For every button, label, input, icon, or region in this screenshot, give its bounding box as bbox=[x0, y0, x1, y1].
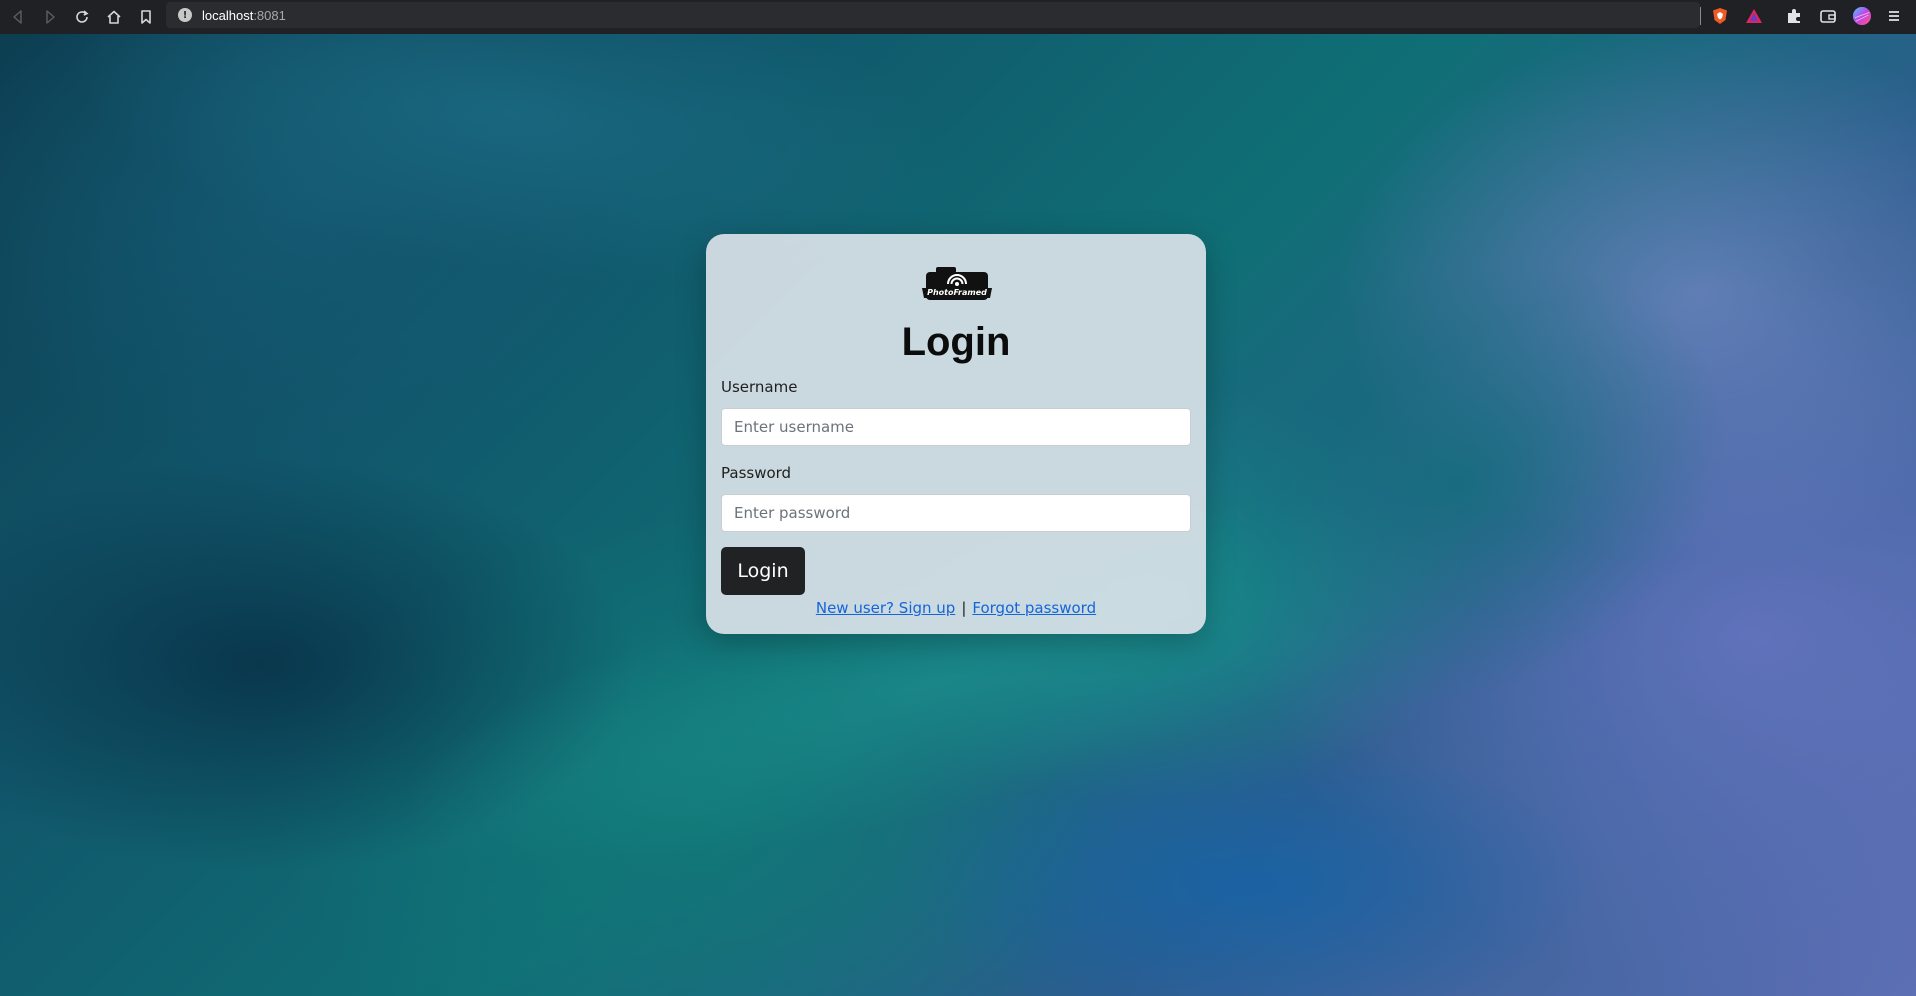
signup-link[interactable]: New user? Sign up bbox=[816, 599, 955, 617]
menu-icon[interactable] bbox=[1883, 5, 1905, 27]
home-icon[interactable] bbox=[98, 2, 130, 32]
username-label: Username bbox=[721, 378, 798, 396]
forward-icon[interactable] bbox=[34, 2, 66, 32]
wallet-icon[interactable] bbox=[1817, 5, 1839, 27]
bookmark-icon[interactable] bbox=[130, 2, 162, 32]
brave-rewards-icon[interactable] bbox=[1743, 5, 1765, 27]
password-input[interactable] bbox=[721, 494, 1191, 532]
url-text: localhost:8081 bbox=[202, 7, 286, 23]
reload-icon[interactable] bbox=[66, 2, 98, 32]
toolbar-divider bbox=[1700, 7, 1701, 25]
login-card: PhotoFramed Login Username Password Logi… bbox=[706, 234, 1206, 634]
link-separator: | bbox=[961, 599, 967, 617]
username-input[interactable] bbox=[721, 408, 1191, 446]
address-bar[interactable]: ! localhost:8081 bbox=[166, 2, 1700, 28]
photoframed-logo bbox=[922, 267, 992, 300]
auth-links: New user? Sign up | Forgot password bbox=[706, 599, 1206, 617]
forgot-password-link[interactable]: Forgot password bbox=[972, 599, 1096, 617]
extensions-icon[interactable] bbox=[1783, 5, 1805, 27]
site-info-icon[interactable]: ! bbox=[178, 8, 192, 22]
profile-avatar-icon[interactable] bbox=[1851, 5, 1873, 27]
back-icon[interactable] bbox=[2, 2, 34, 32]
page-title: Login bbox=[901, 320, 1011, 364]
login-button[interactable]: Login bbox=[721, 547, 805, 595]
brave-shield-icon[interactable] bbox=[1709, 5, 1731, 27]
browser-toolbar: ! localhost:8081 bbox=[0, 0, 1916, 34]
password-label: Password bbox=[721, 464, 792, 482]
logo-text: PhotoFramed bbox=[927, 288, 987, 297]
